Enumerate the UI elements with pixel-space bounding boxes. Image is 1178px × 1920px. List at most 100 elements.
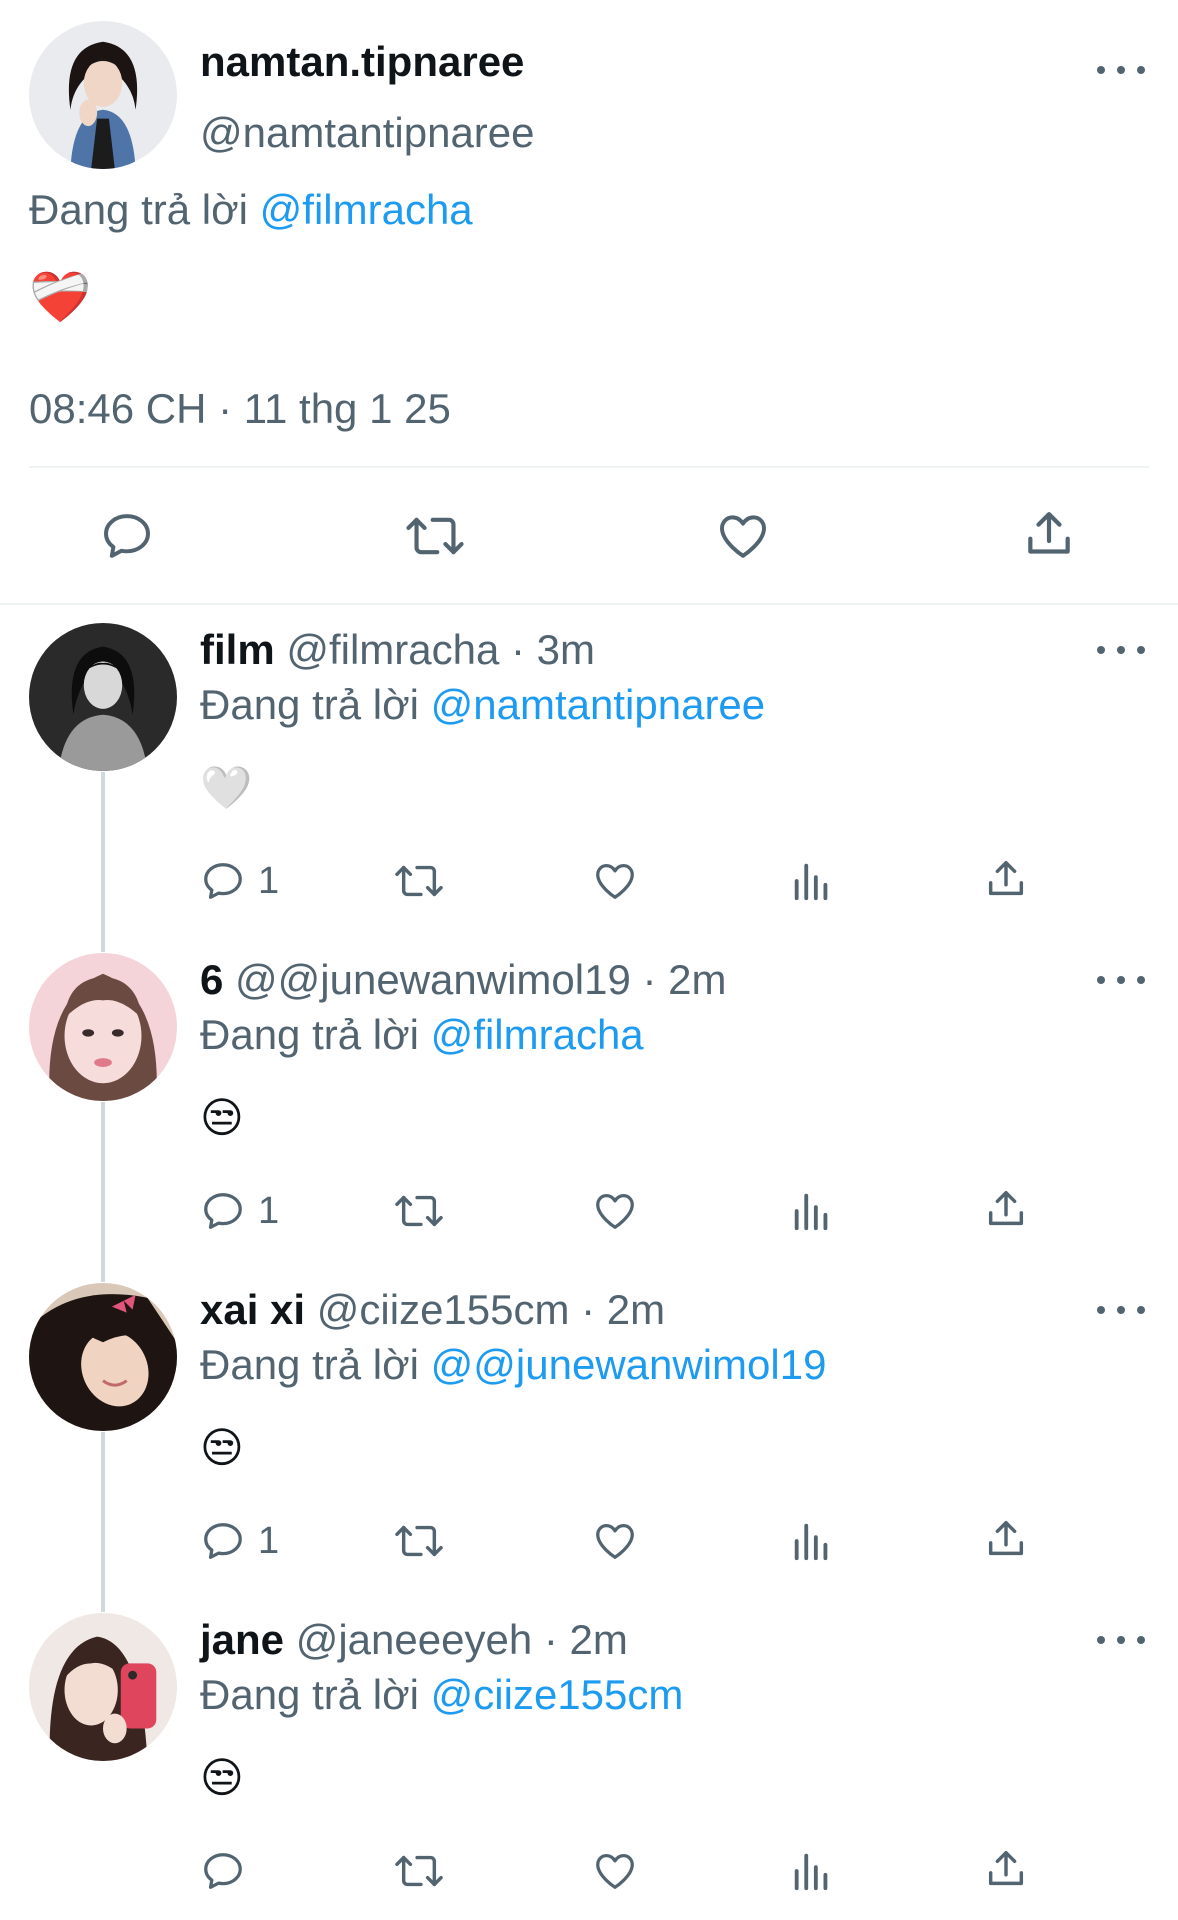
more-options-button[interactable] — [1097, 968, 1145, 992]
tweet-content: 😒 — [200, 1754, 244, 1801]
reply-context: Đang trả lời @@junewanwimol19 — [200, 1341, 826, 1389]
heart-icon — [596, 1854, 634, 1889]
avatar[interactable] — [29, 623, 177, 771]
reply-header: 6 @@junewanwimol19 · 2m — [200, 956, 726, 1004]
retweet-button[interactable] — [405, 508, 465, 564]
author-name[interactable]: 6 — [200, 956, 223, 1003]
more-icon — [1097, 976, 1105, 984]
more-icon — [1097, 1636, 1105, 1644]
author-name[interactable]: xai xi — [200, 1286, 305, 1333]
share-icon — [1028, 512, 1070, 554]
more-options-button[interactable] — [1097, 1628, 1145, 1652]
views-button[interactable] — [789, 1518, 835, 1564]
reply-button[interactable]: 1 — [200, 1188, 279, 1234]
reply-time[interactable]: · 2m — [642, 956, 726, 1003]
reply-header: film @filmracha · 3m — [200, 626, 595, 674]
author-handle[interactable]: @@junewanwimol19 — [235, 956, 631, 1003]
author-handle[interactable]: @ciize155cm — [317, 1286, 570, 1333]
reply-header: xai xi @ciize155cm · 2m — [200, 1286, 665, 1334]
heart-icon — [596, 1524, 634, 1559]
views-icon — [794, 1523, 828, 1561]
share-icon — [988, 1190, 1024, 1226]
reply-icon — [204, 1853, 242, 1889]
tweet-content: ❤️‍🩹 — [29, 269, 92, 325]
heart-icon — [596, 1194, 634, 1229]
retweet-button[interactable] — [394, 1848, 444, 1894]
reply-count: 1 — [258, 1189, 280, 1232]
like-button[interactable] — [592, 1188, 638, 1234]
heart-icon — [720, 515, 766, 558]
tweet-content: 😒 — [200, 1094, 244, 1141]
views-button[interactable] — [789, 1848, 835, 1894]
heart-icon — [596, 864, 634, 899]
retweet-icon — [395, 1195, 443, 1227]
share-button[interactable] — [983, 1846, 1029, 1892]
more-options-button[interactable] — [1097, 638, 1145, 662]
reply-prefix: Đang trả lời — [200, 1341, 419, 1388]
reply-to-link[interactable]: @ciize155cm — [431, 1671, 684, 1718]
tweet-content: 😒 — [200, 1424, 244, 1471]
retweet-button[interactable] — [394, 1188, 444, 1234]
reply-button[interactable] — [200, 1848, 258, 1894]
more-options-button[interactable] — [1097, 1298, 1145, 1322]
share-button[interactable] — [983, 856, 1029, 902]
share-button[interactable] — [1021, 506, 1077, 562]
like-button[interactable] — [592, 858, 638, 904]
share-button[interactable] — [983, 1186, 1029, 1232]
thread-line — [101, 1102, 105, 1282]
more-icon — [1097, 66, 1105, 74]
author-handle[interactable]: @janeeeyeh — [296, 1616, 532, 1663]
avatar[interactable] — [29, 1283, 177, 1431]
reply-to-link[interactable]: @filmracha — [260, 186, 473, 233]
reply-icon — [204, 1193, 242, 1229]
reply-button[interactable] — [99, 508, 155, 564]
share-icon — [988, 1520, 1024, 1556]
thread-line — [101, 1432, 105, 1612]
more-icon — [1097, 1306, 1105, 1314]
retweet-icon — [395, 1855, 443, 1887]
author-name[interactable]: jane — [200, 1616, 284, 1663]
like-button[interactable] — [715, 508, 771, 564]
avatar[interactable] — [29, 1613, 177, 1761]
reply-icon — [104, 514, 150, 558]
more-options-button[interactable] — [1097, 58, 1145, 82]
author-handle[interactable]: @filmracha — [286, 626, 499, 673]
reply-to-link[interactable]: @namtantipnaree — [431, 681, 766, 728]
tweet-timestamp[interactable]: 08:46 CH · 11 thg 1 25 — [29, 385, 451, 433]
retweet-icon — [395, 1525, 443, 1557]
author-name[interactable]: namtan.tipnaree — [200, 38, 524, 86]
avatar[interactable] — [29, 21, 177, 169]
reply-header: jane @janeeeyeh · 2m — [200, 1616, 628, 1664]
reply-context: Đang trả lời @filmracha — [29, 186, 473, 234]
reply-time[interactable]: · 2m — [544, 1616, 628, 1663]
reply-context: Đang trả lời @namtantipnaree — [200, 681, 765, 729]
thread-line — [101, 772, 105, 952]
retweet-icon — [406, 517, 464, 555]
author-handle[interactable]: @namtantipnaree — [200, 109, 535, 157]
views-button[interactable] — [789, 1188, 835, 1234]
reply-to-link[interactable]: @@junewanwimol19 — [431, 1341, 827, 1388]
retweet-icon — [395, 865, 443, 897]
views-button[interactable] — [789, 858, 835, 904]
reply-time[interactable]: · 3m — [511, 626, 595, 673]
reply-context: Đang trả lời @ciize155cm — [200, 1671, 683, 1719]
reply-to-link[interactable]: @filmracha — [431, 1011, 644, 1058]
retweet-button[interactable] — [394, 858, 444, 904]
share-button[interactable] — [983, 1516, 1029, 1562]
divider — [29, 466, 1149, 468]
avatar[interactable] — [29, 953, 177, 1101]
tweet-content: 🤍 — [200, 764, 253, 811]
like-button[interactable] — [592, 1518, 638, 1564]
retweet-button[interactable] — [394, 1518, 444, 1564]
reply-prefix: Đang trả lời — [200, 1011, 419, 1058]
reply-icon — [204, 1523, 242, 1559]
reply-count: 1 — [258, 1519, 280, 1562]
divider — [0, 603, 1178, 605]
reply-prefix: Đang trả lời — [29, 186, 248, 233]
reply-button[interactable]: 1 — [200, 858, 279, 904]
reply-prefix: Đang trả lời — [200, 681, 419, 728]
reply-button[interactable]: 1 — [200, 1518, 279, 1564]
author-name[interactable]: film — [200, 626, 275, 673]
like-button[interactable] — [592, 1848, 638, 1894]
reply-time[interactable]: · 2m — [581, 1286, 665, 1333]
